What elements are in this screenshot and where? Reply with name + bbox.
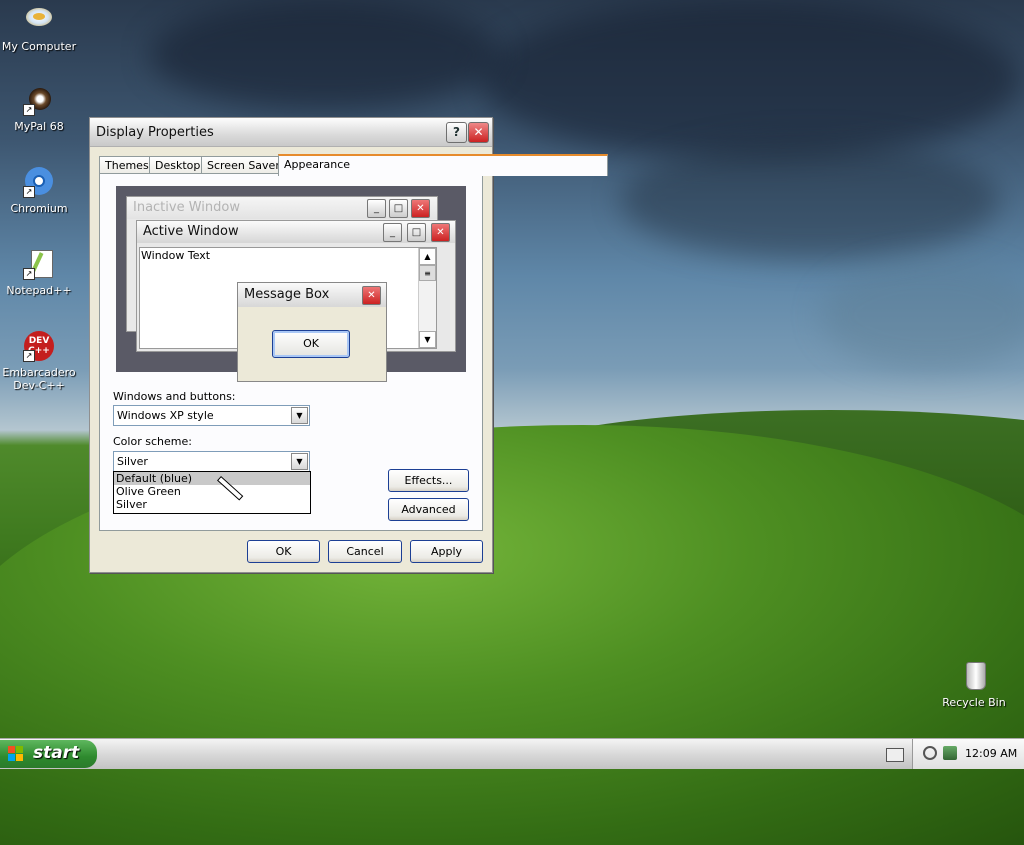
shortcut-arrow-icon: ↗ bbox=[23, 268, 35, 280]
scroll-up-icon: ▲ bbox=[419, 248, 436, 265]
chevron-down-icon[interactable]: ▼ bbox=[291, 453, 308, 470]
tab-desktop[interactable]: Desktop bbox=[149, 156, 207, 174]
icon-label: MyPal 68 bbox=[14, 120, 64, 133]
close-icon: ✕ bbox=[411, 199, 430, 218]
start-button[interactable]: start bbox=[0, 740, 97, 768]
icon-label: Chromium bbox=[10, 202, 68, 215]
apply-button[interactable]: Apply bbox=[410, 540, 483, 563]
preview-window-text: Window Text bbox=[141, 249, 211, 262]
icon-label: My Computer bbox=[1, 40, 77, 53]
color-scheme-label: Color scheme: bbox=[113, 435, 192, 448]
color-scheme-option-olive-green[interactable]: Olive Green bbox=[114, 485, 310, 498]
close-icon: ✕ bbox=[431, 223, 450, 242]
desktop-icon-chromium[interactable]: ↗ Chromium bbox=[0, 166, 78, 215]
preview-ok-button: OK bbox=[272, 330, 350, 358]
mypal-icon: ↗ bbox=[23, 84, 55, 116]
desktop-icon-my-computer[interactable]: My Computer bbox=[0, 4, 78, 53]
system-tray: 12:09 AM bbox=[912, 739, 1024, 769]
desktop-icon-devcpp[interactable]: DEV C++ ↗ Embarcadero Dev-C++ bbox=[0, 330, 78, 392]
preview-message-box: Message Box ✕ OK bbox=[237, 282, 387, 382]
windows-flag-icon bbox=[8, 746, 23, 761]
maximize-icon: □ bbox=[407, 223, 426, 242]
security-shield-icon[interactable] bbox=[923, 746, 937, 760]
preview-active-window: Active Window _ □ ✕ Window Text ▲ ≡ ▼ Me… bbox=[136, 220, 456, 382]
desktop-icon-mypal[interactable]: ↗ MyPal 68 bbox=[0, 84, 78, 133]
windows-buttons-select[interactable]: Windows XP style ▼ bbox=[113, 405, 310, 426]
shortcut-arrow-icon: ↗ bbox=[23, 350, 35, 362]
start-label: start bbox=[33, 743, 80, 763]
advanced-button[interactable]: Advanced bbox=[388, 498, 469, 521]
icon-label: Embarcadero Dev-C++ bbox=[2, 366, 76, 392]
tab-themes[interactable]: Themes bbox=[99, 156, 155, 174]
my-computer-icon bbox=[23, 4, 55, 36]
window-title: Display Properties bbox=[96, 125, 214, 140]
display-properties-window: Display Properties ? ✕ Themes Desktop Sc… bbox=[89, 117, 608, 573]
desktop-icon-recycle-bin[interactable]: Recycle Bin bbox=[935, 660, 1013, 709]
help-button[interactable]: ? bbox=[446, 122, 467, 143]
shortcut-arrow-icon: ↗ bbox=[23, 186, 35, 198]
close-button[interactable]: ✕ bbox=[468, 122, 489, 143]
chevron-down-icon[interactable]: ▼ bbox=[291, 407, 308, 424]
desktop-icon-notepadpp[interactable]: ↗ Notepad++ bbox=[0, 248, 78, 297]
scroll-down-icon: ▼ bbox=[419, 331, 436, 348]
keyboard-icon[interactable] bbox=[886, 748, 904, 762]
chromium-icon: ↗ bbox=[23, 166, 55, 198]
close-icon: ✕ bbox=[473, 125, 484, 139]
windows-buttons-value: Windows XP style bbox=[117, 409, 214, 422]
maximize-icon: □ bbox=[389, 199, 408, 218]
appearance-preview: Inactive Window _ □ ✕ Active Window _ □ … bbox=[116, 186, 466, 382]
clock[interactable]: 12:09 AM bbox=[965, 747, 1017, 760]
network-icon[interactable] bbox=[943, 746, 957, 760]
icon-label: Recycle Bin bbox=[942, 696, 1006, 709]
notepadpp-icon: ↗ bbox=[23, 248, 55, 280]
tab-appearance[interactable]: Appearance bbox=[278, 154, 608, 176]
shortcut-arrow-icon: ↗ bbox=[23, 104, 35, 116]
preview-scrollbar: ▲ ≡ ▼ bbox=[418, 248, 436, 348]
color-scheme-dropdown-list[interactable]: Default (blue) Olive Green Silver bbox=[113, 471, 311, 514]
windows-buttons-label: Windows and buttons: bbox=[113, 390, 236, 403]
recycle-bin-icon bbox=[958, 660, 990, 692]
minimize-icon: _ bbox=[383, 223, 402, 242]
color-scheme-select[interactable]: Silver ▼ bbox=[113, 451, 310, 472]
tab-screen-saver[interactable]: Screen Saver bbox=[201, 156, 286, 174]
color-scheme-value: Silver bbox=[117, 455, 148, 468]
color-scheme-option-silver[interactable]: Silver bbox=[114, 498, 310, 511]
color-scheme-option-default-blue[interactable]: Default (blue) bbox=[114, 472, 310, 485]
icon-label: Notepad++ bbox=[6, 284, 72, 297]
devcpp-icon: DEV C++ ↗ bbox=[23, 330, 55, 362]
close-icon: ✕ bbox=[362, 286, 381, 305]
title-bar[interactable]: Display Properties ? ✕ bbox=[90, 118, 492, 147]
ok-button[interactable]: OK bbox=[247, 540, 320, 563]
taskbar: start 12:09 AM bbox=[0, 738, 1024, 769]
minimize-icon: _ bbox=[367, 199, 386, 218]
cancel-button[interactable]: Cancel bbox=[328, 540, 402, 563]
scroll-thumb: ≡ bbox=[419, 265, 436, 281]
effects-button[interactable]: Effects... bbox=[388, 469, 469, 492]
